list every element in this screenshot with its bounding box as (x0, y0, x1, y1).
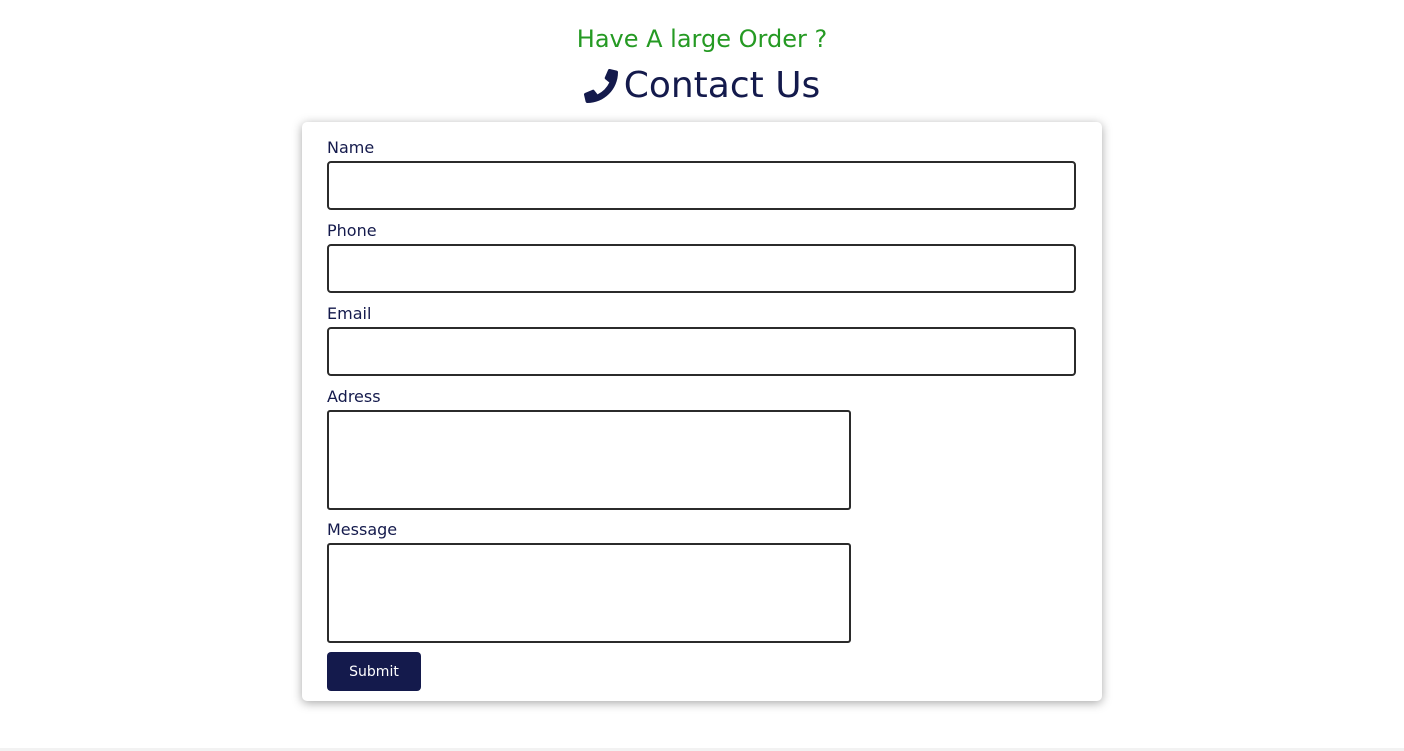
email-input[interactable] (327, 327, 1076, 376)
large-order-subheading: Have A large Order ? (576, 25, 828, 53)
name-input[interactable] (327, 161, 1076, 210)
submit-button[interactable]: Submit (327, 652, 421, 691)
contact-form: Name Phone Email Adress Message Submit (302, 122, 1102, 701)
page: Have A large Order ? Contact Us Name Pho… (0, 0, 1404, 751)
name-label: Name (327, 138, 375, 157)
message-textarea[interactable] (327, 543, 851, 643)
message-label: Message (327, 520, 398, 539)
contact-heading: Contact Us (0, 64, 1404, 108)
phone-label: Phone (327, 221, 377, 240)
email-label: Email (327, 304, 372, 323)
page-title: Contact Us (623, 65, 821, 106)
address-label: Adress (327, 387, 381, 406)
phone-input[interactable] (327, 244, 1076, 293)
address-textarea[interactable] (327, 410, 851, 510)
phone-icon (583, 69, 618, 103)
